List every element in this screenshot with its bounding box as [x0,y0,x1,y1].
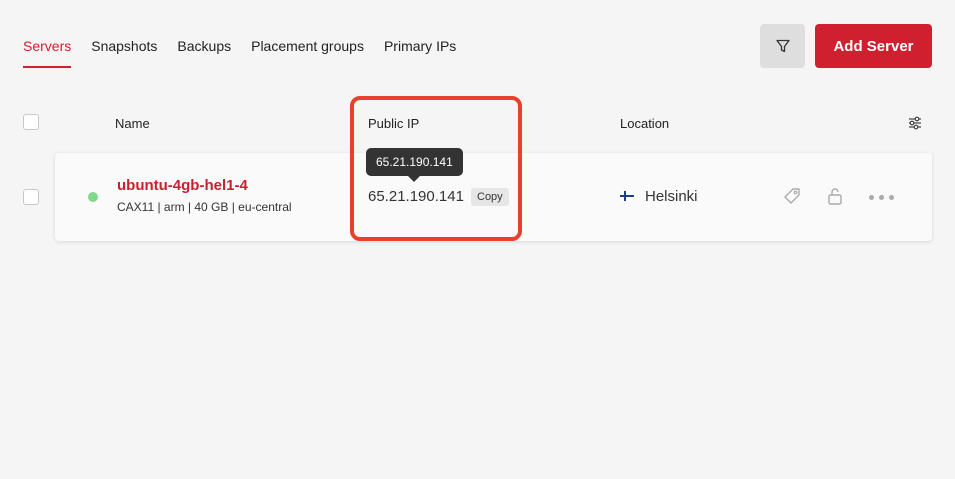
location-name: Helsinki [645,188,698,205]
add-server-button[interactable]: Add Server [815,24,932,68]
select-all-checkbox[interactable] [23,114,39,130]
more-dot [889,195,894,200]
public-ip-value[interactable]: 65.21.190.141 [368,188,464,205]
more-dot [879,195,884,200]
ip-tooltip: 65.21.190.141 [366,148,463,182]
filter-icon [775,39,790,53]
unlock-icon [828,188,842,205]
column-settings-button[interactable] [907,115,923,136]
server-name-link[interactable]: ubuntu-4gb-hel1-4 [117,177,248,194]
filter-button[interactable] [760,24,805,68]
tab-bar: Servers Snapshots Backups Placement grou… [23,38,456,68]
more-dot [869,195,874,200]
more-actions-button[interactable] [869,195,894,200]
status-indicator [88,192,98,202]
row-checkbox[interactable] [23,189,39,205]
servers-page: Servers Snapshots Backups Placement grou… [0,0,955,479]
tab-snapshots[interactable]: Snapshots [91,38,157,68]
lock-button[interactable] [826,186,844,211]
column-header-public-ip[interactable]: Public IP [368,116,419,131]
column-header-location[interactable]: Location [620,116,669,131]
column-header-name[interactable]: Name [115,116,150,131]
tab-placement-groups[interactable]: Placement groups [251,38,364,68]
finland-flag-icon [620,191,634,201]
tab-backups[interactable]: Backups [177,38,231,68]
tab-primary-ips[interactable]: Primary IPs [384,38,456,68]
server-meta: CAX11 | arm | 40 GB | eu-central [117,200,292,214]
label-button[interactable] [782,186,802,211]
copy-ip-button[interactable]: Copy [471,188,509,206]
tab-servers[interactable]: Servers [23,38,72,68]
sliders-icon [909,116,921,130]
tag-icon [784,188,800,204]
